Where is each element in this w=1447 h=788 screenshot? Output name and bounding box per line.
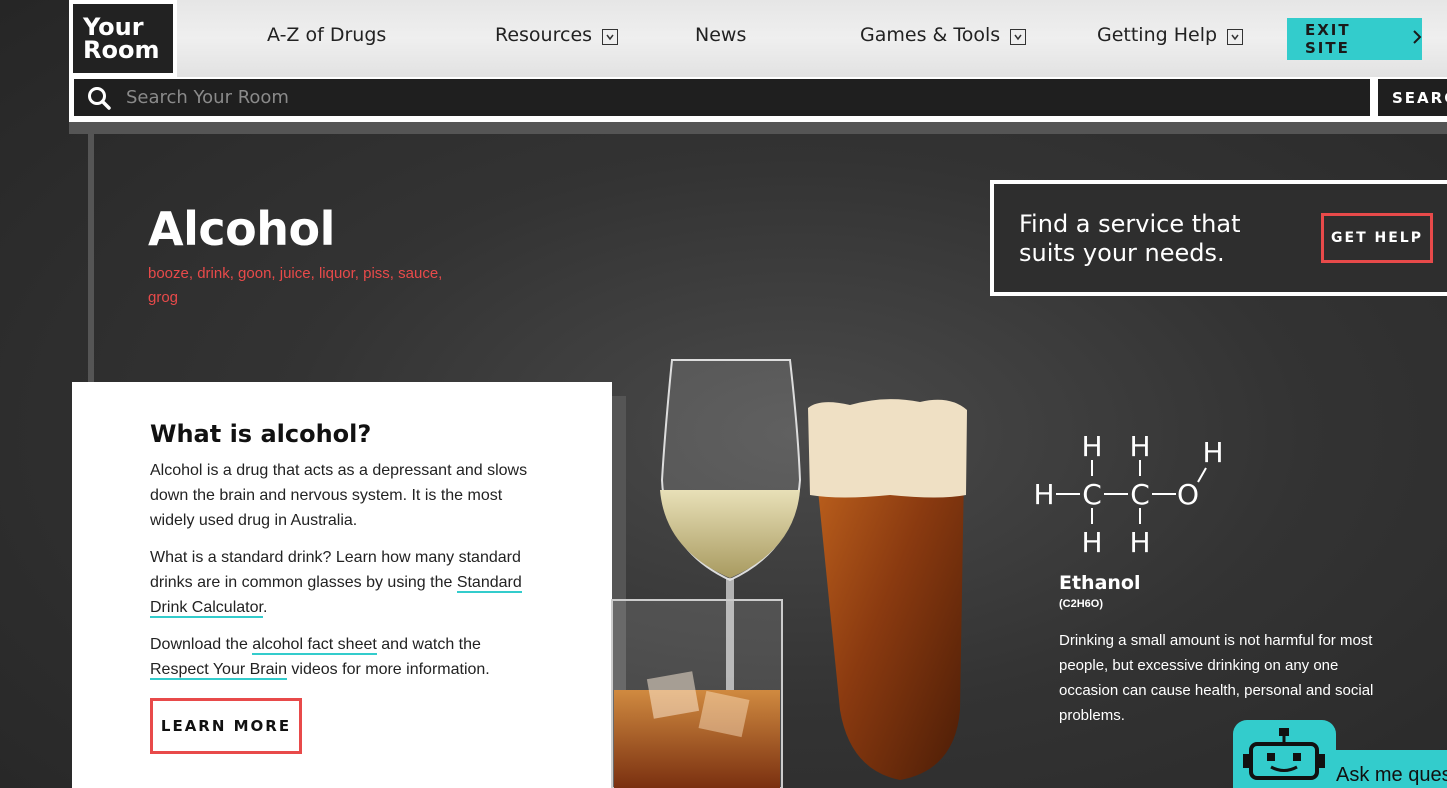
nav-item-games-tools[interactable]: Games & Tools — [860, 24, 1027, 46]
chat-prompt-label: Ask me questions — [1336, 764, 1447, 786]
ice-cube — [646, 671, 700, 719]
search-bar: SEARCH — [69, 77, 1447, 122]
nav-item-resources[interactable]: Resources — [495, 24, 619, 46]
learn-more-button[interactable]: LEARN MORE — [150, 698, 302, 754]
search-icon — [88, 86, 111, 110]
search-input[interactable] — [126, 87, 1326, 108]
drinks-illustration — [611, 359, 967, 788]
chevron-down-icon[interactable] — [602, 28, 619, 45]
search-field[interactable] — [74, 79, 1370, 116]
get-help-label: GET HELP — [1331, 230, 1423, 246]
ethanol-description: Drinking a small amount is not harmful f… — [1059, 632, 1374, 724]
svg-text:H: H — [1033, 478, 1054, 511]
card-paragraph: What is a standard drink? Learn how many… — [150, 545, 530, 620]
find-service-text: Find a service that suits your needs. — [1019, 210, 1241, 267]
nav-item-getting-help[interactable]: Getting Help — [1097, 24, 1244, 46]
get-help-button[interactable]: GET HELP — [1321, 213, 1433, 263]
learn-more-label: LEARN MORE — [160, 717, 292, 735]
chevron-right-icon — [1412, 29, 1422, 49]
nav-item-label: News — [695, 24, 747, 46]
chat-prompt[interactable]: Ask me questions — [1326, 750, 1447, 788]
logo-mark[interactable]: Your Room — [73, 4, 173, 73]
svg-text:O: O — [1177, 478, 1199, 511]
svg-text:H: H — [1081, 526, 1102, 558]
nav-item-label: Resources — [495, 24, 593, 46]
svg-text:H: H — [1081, 430, 1102, 463]
card-text: Download the — [150, 636, 253, 653]
svg-text:C: C — [1082, 478, 1102, 511]
chevron-down-icon[interactable] — [1010, 28, 1027, 45]
logo-line-2: Room — [83, 36, 160, 64]
respect-your-brain-link[interactable]: Respect Your Brain — [150, 661, 287, 680]
search-button[interactable]: SEARCH — [1378, 79, 1447, 116]
svg-text:C: C — [1130, 478, 1150, 511]
svg-text:H: H — [1129, 430, 1150, 463]
card-paragraph: Alcohol is a drug that acts as a depress… — [150, 462, 528, 529]
card-paragraph: Download the alcohol fact sheet and watc… — [150, 632, 530, 682]
header-shadow — [69, 122, 1447, 134]
info-card: What is alcohol? Alcohol is a drug that … — [72, 382, 612, 788]
nav-item-a-z-of-drugs[interactable]: A-Z of Drugs — [267, 24, 386, 46]
svg-text:H: H — [1202, 436, 1223, 469]
street-names: booze, drink, goon, juice, liquor, piss,… — [148, 265, 443, 306]
nav-item-label: Games & Tools — [860, 24, 1001, 46]
nav-item-news[interactable]: News — [695, 24, 746, 46]
exit-site-label: EXIT SITE — [1305, 21, 1351, 57]
ethanol-formula: (C2H6O) — [1059, 598, 1104, 610]
left-rail — [88, 134, 94, 384]
wine-liquid — [660, 490, 800, 578]
search-button-label: SEARCH — [1392, 88, 1447, 107]
svg-text:H: H — [1129, 526, 1150, 558]
beer-foam — [808, 399, 967, 498]
card-text: . — [262, 599, 268, 616]
main-nav: Your Room A-Z of Drugs Resources News Ga… — [69, 0, 1447, 77]
exit-site-button[interactable]: EXIT SITE — [1287, 18, 1422, 60]
site-logo[interactable]: Your Room — [69, 0, 177, 77]
nav-item-label: Getting Help — [1097, 24, 1218, 46]
card-text: videos for more information. — [286, 661, 490, 678]
chatbot-button[interactable] — [1233, 720, 1336, 788]
ethanol-molecule-diagram: H H H H C C O H H — [1033, 430, 1223, 558]
robot-icon — [1243, 728, 1325, 780]
chevron-down-icon[interactable] — [1227, 28, 1244, 45]
card-title: What is alcohol? — [150, 420, 372, 448]
fact-sheet-link[interactable]: alcohol fact sheet — [252, 636, 377, 655]
page-title: Alcohol — [148, 202, 335, 256]
card-text: and watch the — [376, 636, 481, 653]
ethanol-name: Ethanol — [1059, 572, 1141, 594]
find-service-panel: Find a service that suits your needs. GE… — [990, 180, 1447, 296]
site-header: Your Room A-Z of Drugs Resources News Ga… — [69, 0, 1447, 122]
nav-item-label: A-Z of Drugs — [267, 24, 387, 46]
